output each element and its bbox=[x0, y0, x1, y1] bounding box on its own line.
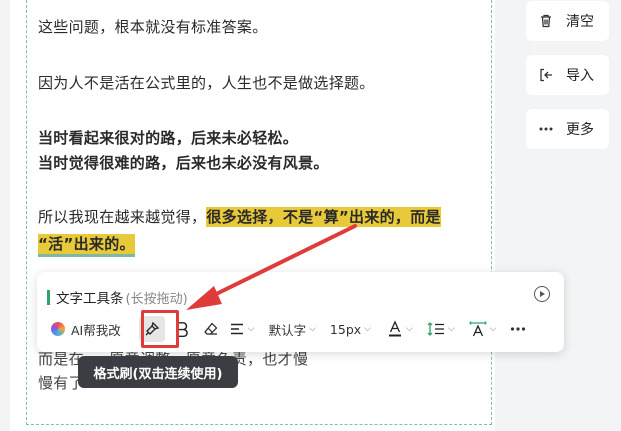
paragraph-line: “活”出来的。 bbox=[38, 233, 135, 257]
chevron-down-icon: ⌵ bbox=[489, 324, 497, 334]
highlighted-text: “活”出来的。 bbox=[38, 234, 135, 257]
font-value: 默认字 bbox=[268, 322, 307, 338]
toolbar-more-button[interactable] bbox=[510, 321, 526, 337]
text-toolbar[interactable]: 文字工具条 (长按拖动) AI帮我改 ⌵ 默认字 ⌵ 15px ⌵ ⌵ ⌵ ⌵ bbox=[37, 272, 564, 352]
toolbar-header[interactable]: 文字工具条 (长按拖动) bbox=[47, 287, 188, 307]
chevron-down-icon: ⌵ bbox=[247, 324, 255, 334]
paragraph-line: 所以我现在越来越觉得，很多选择，不是“算”出来的，而是 bbox=[38, 206, 441, 227]
import-label: 导入 bbox=[566, 68, 594, 84]
chevron-down-icon: ⌵ bbox=[364, 324, 371, 334]
font-dropdown[interactable]: 默认字 ⌵ bbox=[269, 320, 316, 339]
more-dots-icon bbox=[539, 127, 553, 131]
align-left-icon bbox=[230, 323, 243, 335]
more-label: 更多 bbox=[566, 122, 594, 138]
play-icon[interactable] bbox=[534, 286, 550, 302]
text-run: 所以我现在越来越觉得， bbox=[38, 208, 207, 226]
chevron-down-icon: ⌵ bbox=[309, 324, 316, 334]
eraser-icon bbox=[203, 322, 218, 335]
line-spacing-icon bbox=[427, 322, 444, 336]
paragraph-line: 当时觉得很难的路，后来也未必没有风景。 bbox=[38, 154, 329, 172]
toolbar-row: AI帮我改 ⌵ 默认字 ⌵ 15px ⌵ ⌵ ⌵ ⌵ bbox=[51, 316, 526, 342]
annotation-highlight-box bbox=[141, 310, 179, 348]
import-button[interactable]: 导入 bbox=[526, 55, 609, 95]
text-color-icon bbox=[389, 320, 401, 337]
trash-icon bbox=[541, 14, 551, 28]
eraser-button[interactable] bbox=[203, 321, 219, 337]
paragraph-line: 当时看起来很对的路，后来未必轻松。 bbox=[38, 129, 299, 147]
toolbar-title: 文字工具条 bbox=[56, 291, 124, 307]
format-painter-tooltip: 格式刷(双击连续使用) bbox=[78, 356, 238, 388]
toolbar-hint: (长按拖动) bbox=[125, 291, 188, 307]
highlighted-text: 很多选择，不是“算”出来的，而是 bbox=[206, 207, 441, 227]
clear-button[interactable]: 清空 bbox=[526, 1, 609, 41]
line-spacing-dropdown[interactable]: ⌵ bbox=[427, 321, 455, 337]
paragraph-line: 因为人不是活在公式里的，人生也不是做选择题。 bbox=[38, 74, 375, 92]
ai-rewrite-button[interactable]: AI帮我改 bbox=[51, 320, 121, 339]
letter-spacing-icon bbox=[468, 321, 487, 337]
letter-spacing-dropdown[interactable]: ⌵ bbox=[468, 320, 497, 338]
font-size-dropdown[interactable]: 15px ⌵ bbox=[330, 322, 371, 337]
text-color-dropdown[interactable]: ⌵ bbox=[387, 320, 413, 338]
font-size-value: 15px bbox=[329, 321, 362, 337]
paragraph-line: 这些问题，根本就没有标准答案。 bbox=[38, 18, 268, 36]
import-icon bbox=[540, 68, 552, 82]
ai-label: AI帮我改 bbox=[71, 322, 121, 338]
align-dropdown[interactable]: ⌵ bbox=[229, 321, 255, 337]
title-accent-bar bbox=[47, 289, 50, 305]
chevron-down-icon: ⌵ bbox=[406, 324, 413, 334]
more-button[interactable]: 更多 bbox=[526, 109, 609, 149]
clear-label: 清空 bbox=[566, 14, 594, 30]
chevron-down-icon: ⌵ bbox=[447, 324, 455, 334]
more-dots-icon bbox=[511, 327, 526, 331]
ai-logo-icon bbox=[51, 322, 65, 336]
